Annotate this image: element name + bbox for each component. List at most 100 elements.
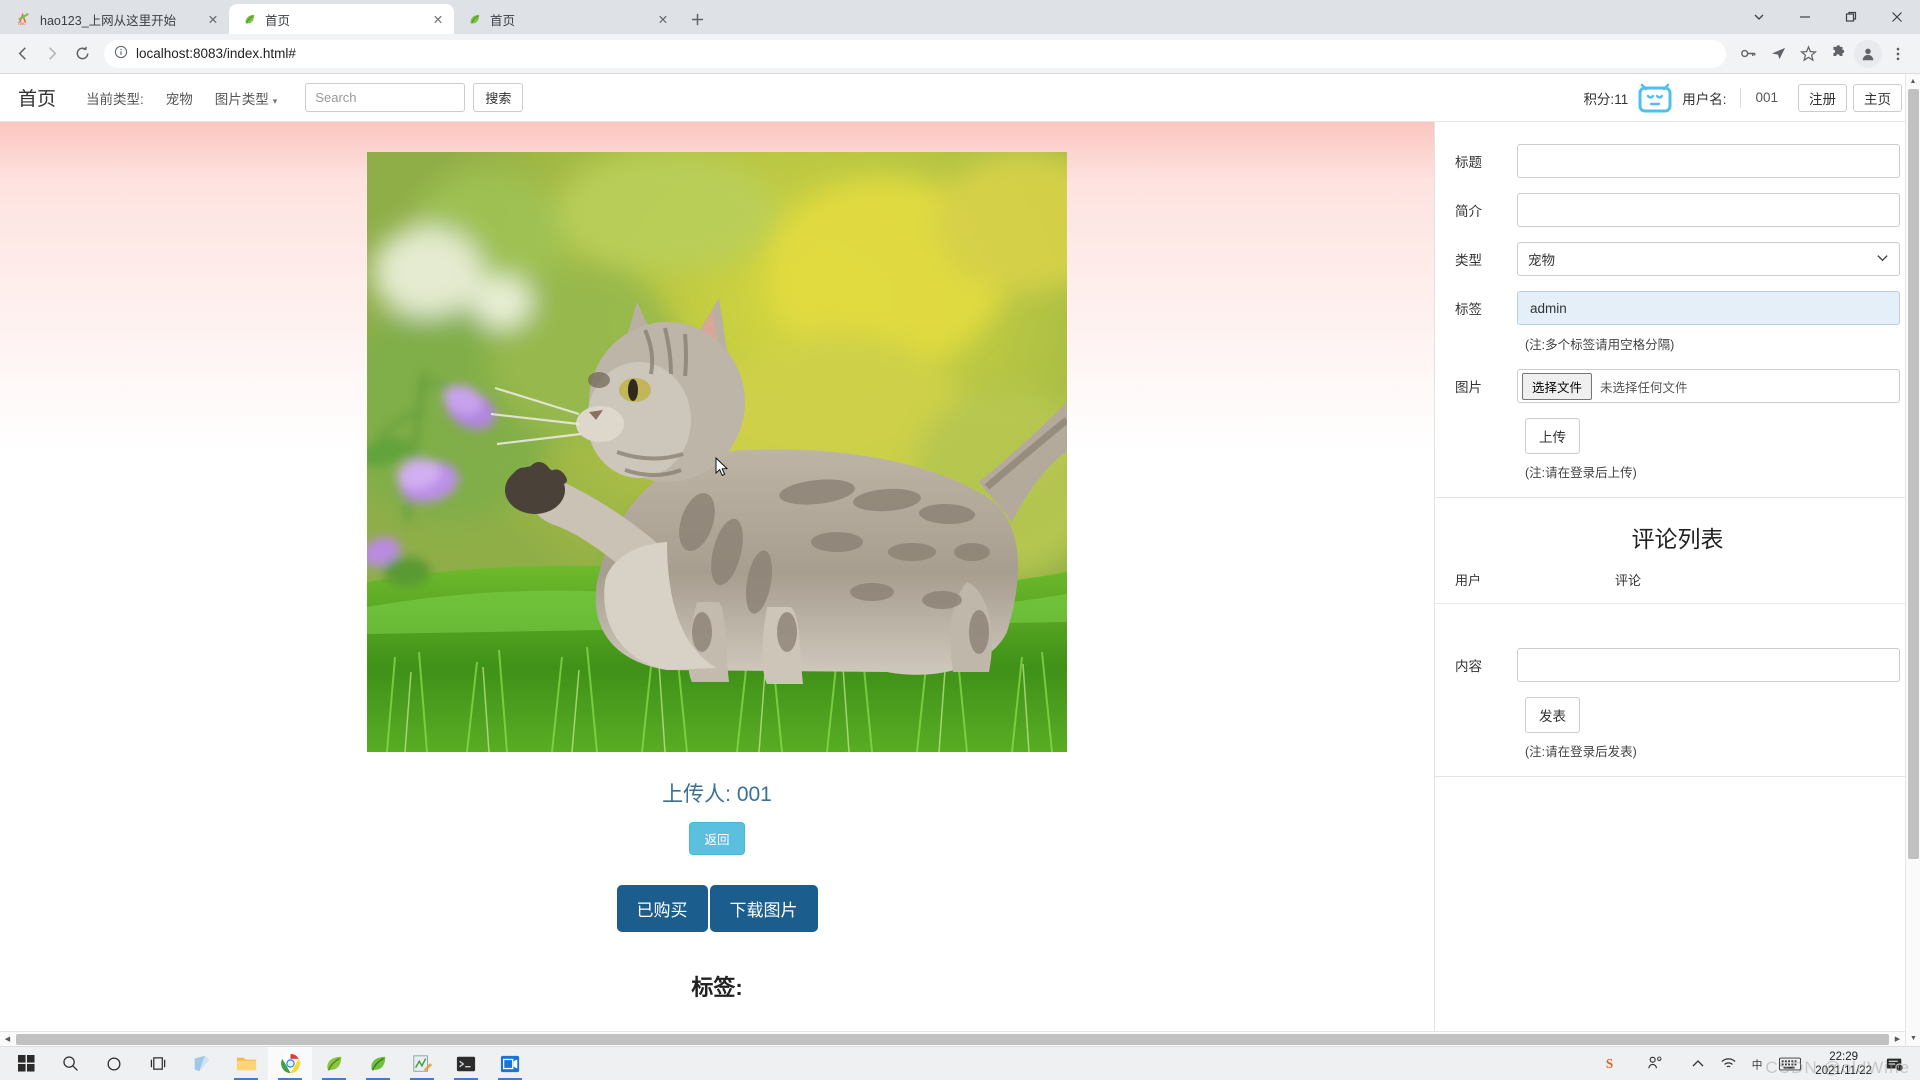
toolbar-actions: [1734, 39, 1912, 68]
people-icon[interactable]: [1627, 1047, 1683, 1080]
upload-button[interactable]: 上传: [1525, 418, 1580, 454]
reload-icon[interactable]: [68, 40, 96, 68]
scroll-up-arrow[interactable]: ▲: [1906, 74, 1920, 89]
app-editor-icon[interactable]: [400, 1047, 444, 1080]
svg-text:S: S: [1606, 1056, 1613, 1071]
scroll-down-arrow[interactable]: ▼: [1906, 1031, 1920, 1046]
address-bar[interactable]: localhost:8083/index.html#: [104, 39, 1726, 68]
close-button[interactable]: [1874, 0, 1920, 34]
tab-close-button[interactable]: ✕: [430, 11, 446, 27]
taskbar-clock[interactable]: 22:29 2021/11/22: [1807, 1050, 1880, 1078]
scroll-left-arrow[interactable]: ◀: [0, 1035, 15, 1043]
tab-search-button[interactable]: [1736, 0, 1782, 34]
post-hint: (注:请在登录后发表): [1525, 745, 1637, 759]
search-button[interactable]: 搜索: [473, 83, 524, 112]
horizontal-scroll-thumb[interactable]: [16, 1033, 1889, 1045]
star-icon[interactable]: [1794, 40, 1822, 68]
type-selected-value: 宠物: [1528, 253, 1555, 268]
back-button[interactable]: 返回: [689, 822, 745, 855]
register-button[interactable]: 注册: [1798, 83, 1847, 112]
svg-text:hao: hao: [17, 21, 25, 26]
app-green1-icon[interactable]: [312, 1047, 356, 1080]
photo-container: [0, 122, 1434, 752]
sogou-icon[interactable]: S: [1597, 1047, 1627, 1080]
send-icon[interactable]: [1764, 40, 1792, 68]
search-icon[interactable]: [48, 1047, 92, 1080]
horizontal-scrollbar[interactable]: ◀ ▶: [0, 1031, 1905, 1046]
post-comment-button[interactable]: 发表: [1525, 697, 1580, 733]
tv-robot-icon: [1638, 83, 1672, 113]
nav-home-link[interactable]: 首页: [18, 84, 56, 111]
browser-toolbar: localhost:8083/index.html#: [0, 34, 1920, 74]
app-notes-icon[interactable]: [180, 1047, 224, 1080]
nav-current-type-label: 当前类型:: [86, 91, 144, 107]
browser-tab-1[interactable]: hao hao123_上网从这里开始 ✕: [4, 4, 229, 34]
app-file-explorer-icon[interactable]: [224, 1047, 268, 1080]
page-viewport: 首页 当前类型: 宠物 图片类型 ▾ Search 搜索 积分:11 用户名: …: [0, 74, 1920, 1046]
upload-hint: (注:请在登录后上传): [1525, 466, 1637, 480]
tab-close-button[interactable]: ✕: [655, 11, 671, 27]
site-info-icon[interactable]: [114, 45, 128, 62]
chevron-up-icon[interactable]: [1683, 1047, 1713, 1080]
cortana-icon[interactable]: [92, 1047, 136, 1080]
app-terminal-icon[interactable]: [444, 1047, 488, 1080]
keyboard-icon[interactable]: [1773, 1047, 1807, 1080]
choose-file-button[interactable]: 选择文件: [1522, 372, 1593, 400]
tags-heading: 标签:: [691, 975, 743, 1000]
ime-icon[interactable]: 中: [1743, 1047, 1773, 1080]
browser-tab-2[interactable]: 首页 ✕: [229, 4, 454, 34]
purchased-button[interactable]: 已购买: [616, 885, 708, 932]
app-green2-icon[interactable]: [356, 1047, 400, 1080]
intro-input[interactable]: [1517, 193, 1900, 227]
download-image-button[interactable]: 下载图片: [709, 885, 818, 932]
title-input[interactable]: [1517, 144, 1900, 178]
kitten-photo[interactable]: [367, 152, 1067, 752]
browser-window: hao hao123_上网从这里开始 ✕ 首页 ✕ 首页 ✕ localhost…: [0, 0, 1920, 1046]
notification-icon[interactable]: !: [1880, 1047, 1910, 1080]
tag-input[interactable]: admin: [1517, 291, 1900, 325]
search-input[interactable]: Search: [305, 83, 466, 112]
leaf-favicon: [241, 11, 257, 27]
task-view-icon[interactable]: [136, 1047, 180, 1080]
comments-section: 评论列表 用户 评论 内容 发表 (注:请在登录后发表): [1435, 498, 1920, 760]
wifi-icon[interactable]: [1713, 1047, 1743, 1080]
content-input[interactable]: [1517, 648, 1900, 682]
vertical-scroll-thumb[interactable]: [1908, 89, 1919, 859]
chevron-down-icon: [1876, 251, 1889, 267]
app-chrome-icon[interactable]: [268, 1046, 312, 1080]
minimize-button[interactable]: [1782, 0, 1828, 34]
profile-icon[interactable]: [1854, 39, 1882, 68]
type-row: 类型 宠物: [1455, 242, 1900, 276]
maximize-button[interactable]: [1828, 0, 1874, 34]
windows-taskbar: S 中 22:29 2021/11/22 ! CSDN @oldWine: [0, 1046, 1920, 1080]
system-tray: S 中 22:29 2021/11/22 !: [1597, 1047, 1916, 1080]
url-text: localhost:8083/index.html#: [136, 46, 296, 61]
clock-date: 2021/11/22: [1815, 1064, 1872, 1077]
back-button-row: 返回: [0, 822, 1434, 855]
leaf-favicon: [466, 11, 482, 27]
file-input[interactable]: 选择文件 未选择任何文件: [1517, 369, 1900, 403]
home-button[interactable]: 主页: [1853, 83, 1902, 112]
scroll-right-arrow[interactable]: ▶: [1890, 1035, 1905, 1043]
forward-icon[interactable]: [38, 40, 66, 68]
tab-title: 首页: [265, 13, 291, 28]
browser-tab-3[interactable]: 首页 ✕: [454, 4, 679, 34]
app-video-icon[interactable]: [488, 1047, 532, 1080]
tag-row: 标签 admin: [1455, 291, 1900, 325]
nav-image-type-dropdown[interactable]: 图片类型 ▾: [215, 88, 278, 108]
back-icon[interactable]: [8, 40, 36, 68]
content-row: 内容: [1455, 648, 1900, 682]
tab-close-button[interactable]: ✕: [205, 11, 221, 27]
points-label: 积分:11: [1583, 91, 1629, 107]
uploader-line: 上传人: 001: [0, 778, 1434, 808]
menu-icon[interactable]: [1884, 40, 1912, 68]
vertical-scrollbar[interactable]: ▲ ▼: [1905, 74, 1920, 1046]
type-select[interactable]: 宠物: [1517, 242, 1900, 276]
start-button[interactable]: [4, 1047, 48, 1080]
new-tab-button[interactable]: [683, 5, 711, 33]
image-row: 图片 选择文件 未选择任何文件: [1455, 369, 1900, 403]
puzzle-icon[interactable]: [1824, 40, 1852, 68]
key-icon[interactable]: [1734, 40, 1762, 68]
nav-image-type-label: 图片类型: [214, 91, 269, 107]
username-label: 用户名:: [1682, 87, 1742, 108]
